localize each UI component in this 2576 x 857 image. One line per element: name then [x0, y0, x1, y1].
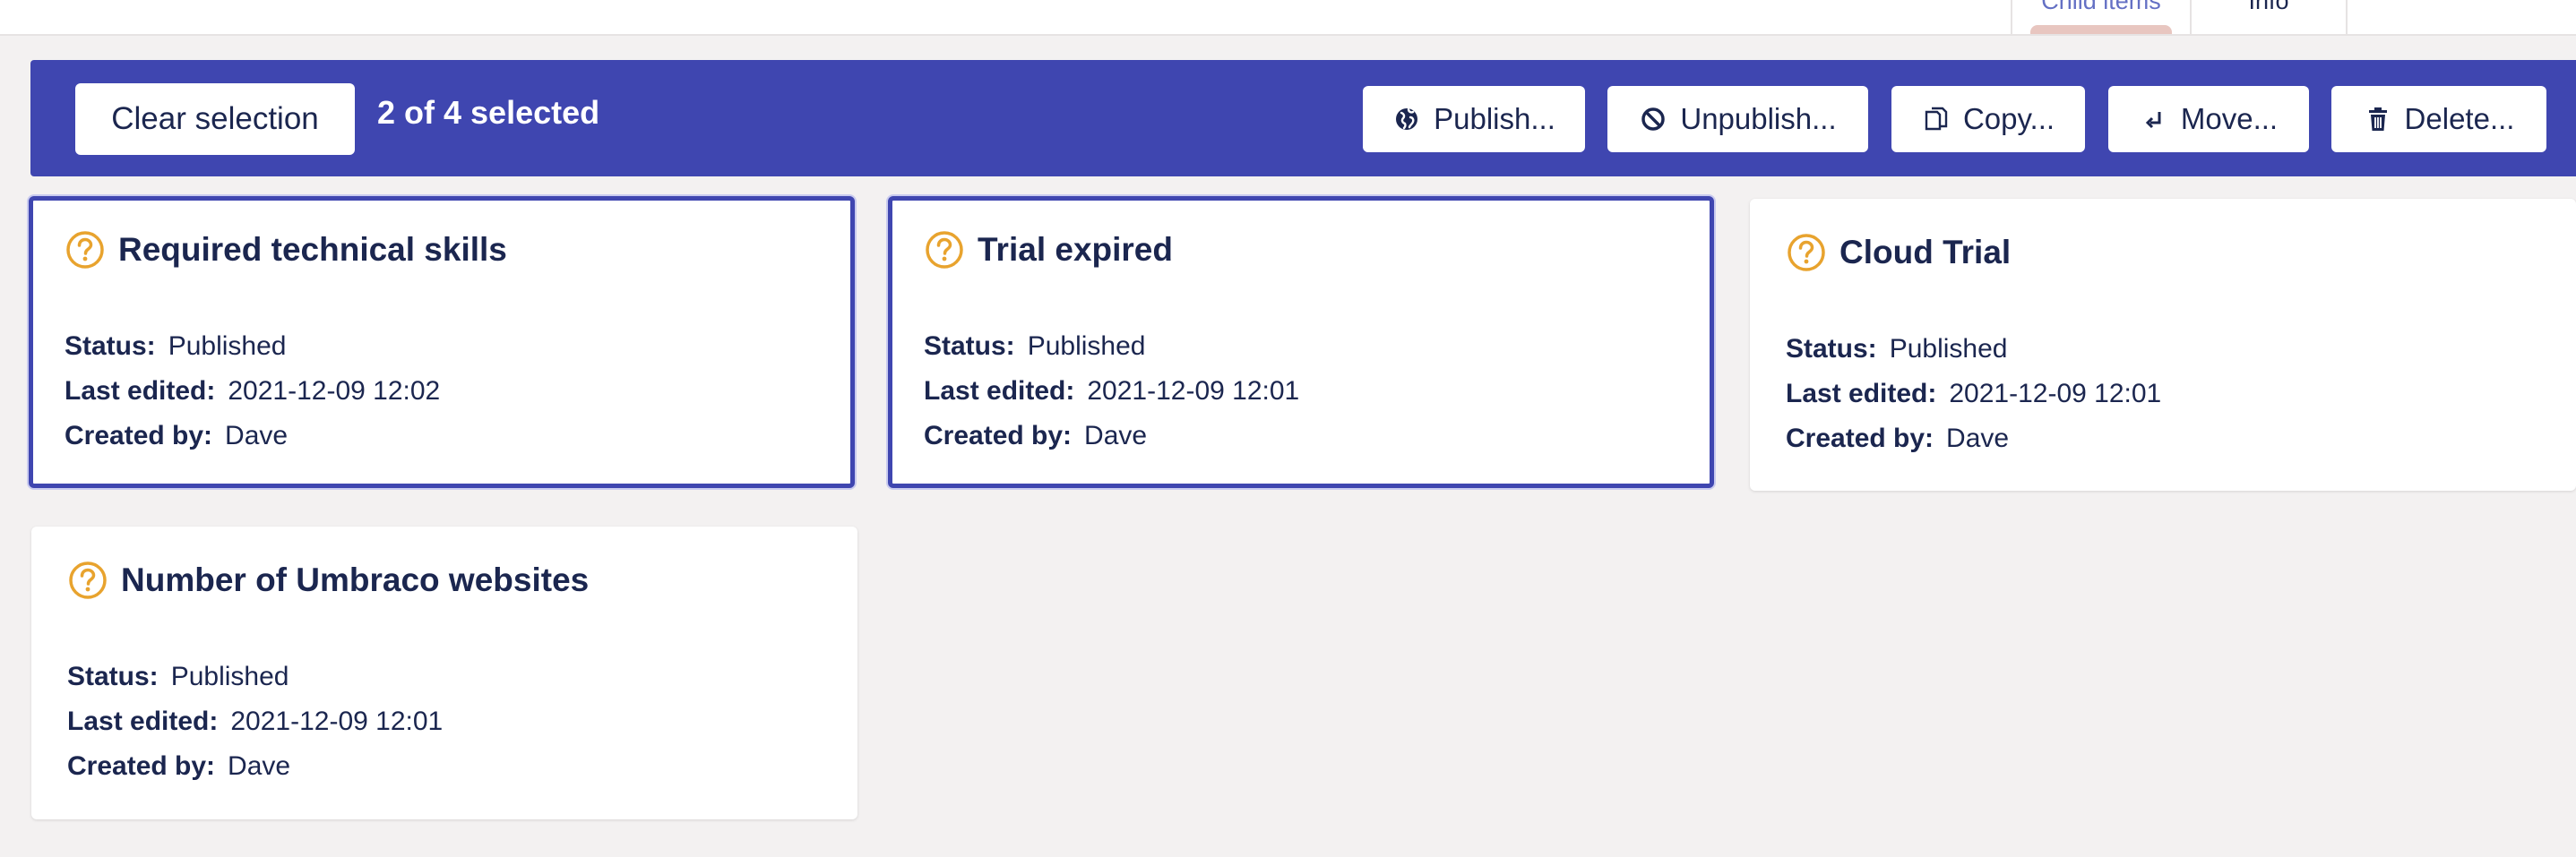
card-title-text: Number of Umbraco websites [121, 561, 590, 598]
created-by-label: Created by: [924, 421, 1073, 450]
block-icon [1639, 105, 1667, 133]
globe-icon [1392, 105, 1421, 133]
content-card[interactable]: Cloud Trial Status: Published Last edited… [1750, 199, 2576, 491]
status-row: Status: Published [67, 655, 443, 699]
card-properties: Status: Published Last edited: 2021-12-09 … [1786, 327, 2161, 461]
status-label: Status: [65, 331, 156, 361]
copy-button[interactable]: Copy... [1891, 86, 2085, 152]
selection-count: 2 of 4 selected [377, 94, 600, 131]
last-edited-row: Last edited: 2021-12-09 12:01 [67, 699, 443, 744]
created-by-value: Dave [228, 751, 291, 781]
top-tab-strip: Child items Info [0, 0, 2576, 36]
created-by-label: Created by: [65, 421, 213, 450]
documents-icon [1922, 105, 1951, 133]
trash-icon [2364, 105, 2392, 133]
publish-button[interactable]: Publish... [1363, 86, 1585, 152]
move-button[interactable]: Move... [2108, 86, 2309, 152]
card-properties: Status: Published Last edited: 2021-12-09 … [67, 655, 443, 789]
active-tab-indicator [2030, 25, 2172, 34]
status-row: Status: Published [1786, 327, 2161, 372]
status-label: Status: [924, 331, 1015, 361]
status-value: Published [1889, 334, 2008, 364]
created-by-row: Created by: Dave [924, 414, 1299, 458]
publish-button-label: Publish... [1434, 102, 1555, 135]
status-value: Published [170, 662, 289, 691]
last-edited-value: 2021-12-09 12:01 [1949, 379, 2162, 408]
created-by-row: Created by: Dave [1786, 416, 2161, 461]
created-by-row: Created by: Dave [67, 744, 443, 789]
last-edited-row: Last edited: 2021-12-09 12:01 [924, 369, 1299, 414]
content-card[interactable]: Trial expired Status: Published Last edit… [888, 196, 1714, 488]
unpublish-button[interactable]: Unpublish... [1607, 86, 1868, 152]
last-edited-label: Last edited: [1786, 379, 1937, 408]
last-edited-value: 2021-12-09 12:01 [1087, 376, 1300, 406]
tab-child-items[interactable]: Child items [2011, 0, 2190, 34]
last-edited-value: 2021-12-09 12:01 [230, 707, 444, 736]
card-title: Trial expired [924, 229, 1173, 270]
clear-selection-button[interactable]: Clear selection [75, 83, 355, 155]
question-circle-icon [65, 229, 106, 270]
content-card[interactable]: Required technical skills Status: Publish… [29, 196, 855, 488]
card-title: Number of Umbraco websites [67, 560, 589, 601]
card-properties: Status: Published Last edited: 2021-12-09 … [924, 324, 1299, 458]
last-edited-label: Last edited: [67, 707, 219, 736]
card-properties: Status: Published Last edited: 2021-12-09 … [65, 324, 440, 458]
last-edited-label: Last edited: [924, 376, 1075, 406]
card-title-text: Trial expired [978, 231, 1173, 268]
tab-info[interactable]: Info [2190, 0, 2348, 34]
last-edited-label: Last edited: [65, 376, 216, 406]
created-by-value: Dave [225, 421, 289, 450]
unpublish-button-label: Unpublish... [1680, 102, 1837, 135]
created-by-label: Created by: [1786, 424, 1934, 453]
move-button-label: Move... [2180, 102, 2279, 135]
status-row: Status: Published [924, 324, 1299, 369]
status-label: Status: [1786, 334, 1877, 364]
last-edited-row: Last edited: 2021-12-09 12:02 [65, 369, 440, 414]
content-card[interactable]: Number of Umbraco websites Status: Publis… [31, 527, 857, 819]
created-by-row: Created by: Dave [65, 414, 440, 458]
created-by-value: Dave [1946, 424, 2010, 453]
selection-bar: Clear selection 2 of 4 selected Publish.… [30, 60, 2576, 176]
delete-button[interactable]: Delete... [2331, 86, 2546, 152]
created-by-value: Dave [1084, 421, 1148, 450]
card-title: Required technical skills [65, 229, 507, 270]
last-edited-row: Last edited: 2021-12-09 12:01 [1786, 372, 2161, 416]
last-edited-value: 2021-12-09 12:02 [228, 376, 441, 406]
tab-info-label: Info [2248, 0, 2289, 14]
card-title-text: Required technical skills [118, 231, 507, 268]
created-by-label: Created by: [67, 751, 216, 781]
delete-button-label: Delete... [2404, 102, 2515, 135]
status-row: Status: Published [65, 324, 440, 369]
enter-arrow-icon [2140, 105, 2168, 133]
status-value: Published [1027, 331, 1146, 361]
status-label: Status: [67, 662, 159, 691]
card-title-text: Cloud Trial [1839, 234, 2012, 270]
question-circle-icon [924, 229, 965, 270]
status-value: Published [168, 331, 287, 361]
tab-child-items-label: Child items [2041, 0, 2161, 14]
copy-button-label: Copy... [1962, 102, 2055, 135]
question-circle-icon [67, 560, 108, 601]
card-title: Cloud Trial [1786, 232, 2011, 273]
question-circle-icon [1786, 232, 1827, 273]
